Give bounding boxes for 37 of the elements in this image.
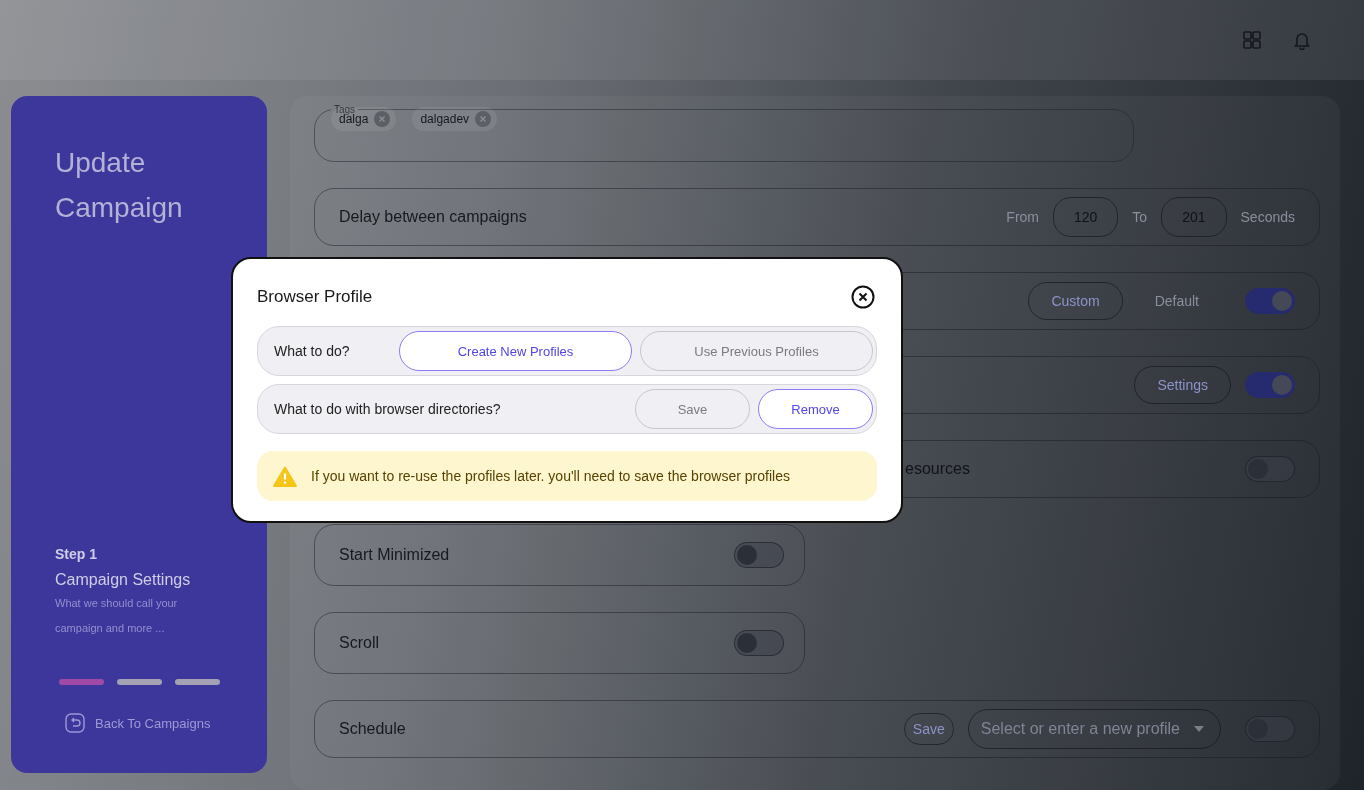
setting-label: Schedule — [339, 720, 406, 738]
unit-label: Seconds — [1240, 209, 1295, 225]
step-label: Step 1 — [55, 546, 98, 562]
remove-icon — [475, 111, 492, 127]
option-button[interactable]: Save — [635, 389, 750, 429]
toggle-switch[interactable] — [734, 630, 784, 656]
option-button[interactable]: Use Previous Profiles — [640, 331, 873, 371]
dialog-title: Browser Profile — [257, 287, 373, 307]
back-link[interactable]: Back To Campaigns — [65, 713, 211, 733]
step-title: Campaign Settings — [55, 571, 192, 589]
setting-label: Delay between campaigns — [339, 208, 527, 226]
page-title: Update Campaign — [55, 146, 184, 225]
range-label: From — [1006, 209, 1039, 225]
warning-icon — [273, 465, 297, 487]
caret-icon — [1194, 726, 1204, 732]
warning-text: If you want to re-use the profiles later. you'll need to save the browser profiles — [311, 468, 790, 484]
option-button[interactable]: Create New Profiles — [399, 331, 632, 371]
default-option[interactable]: Default — [1154, 293, 1199, 309]
setting-label: esources — [905, 460, 970, 478]
step-description: What we should call your campaign and more ... — [55, 596, 179, 636]
setting-label: Start Minimized — [339, 546, 450, 564]
option-button[interactable]: Remove — [758, 389, 873, 429]
tags-field[interactable]: Tags dalga dalgadev — [314, 104, 1134, 162]
remove-icon — [374, 111, 391, 127]
range-label: To — [1132, 209, 1148, 225]
back-icon — [65, 713, 85, 733]
tag-chip[interactable]: dalgadev — [412, 107, 498, 131]
grid-icon[interactable] — [1242, 30, 1262, 50]
toggle-switch[interactable] — [1245, 288, 1295, 314]
question-label: What to do with browser directories? — [274, 401, 501, 417]
toggle-switch[interactable] — [734, 542, 784, 568]
field-label: Tags — [333, 104, 356, 115]
question-label: What to do? — [274, 343, 350, 359]
bell-icon[interactable] — [1292, 30, 1312, 50]
toggle-switch[interactable] — [1245, 372, 1295, 398]
close-icon[interactable] — [851, 285, 875, 309]
setting-label: Scroll — [339, 634, 379, 652]
